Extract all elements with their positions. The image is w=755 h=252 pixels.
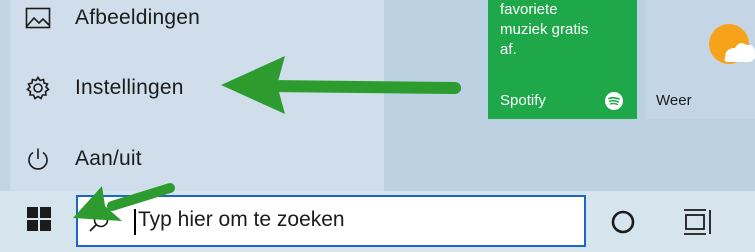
menu-item-label: Afbeeldingen <box>75 6 201 29</box>
weather-sun-cloud-icon <box>695 20 755 70</box>
menu-item-afbeeldingen[interactable]: Afbeeldingen <box>0 0 384 43</box>
search-icon <box>88 211 110 233</box>
start-menu: Afbeeldingen Instellingen Aan/uit <box>0 0 384 191</box>
spotify-icon <box>605 92 623 110</box>
menu-item-instellingen[interactable]: Instellingen <box>0 63 384 113</box>
text-caret <box>134 209 136 235</box>
search-input[interactable]: Typ hier om te zoeken <box>76 195 586 247</box>
start-button[interactable] <box>10 191 68 252</box>
search-placeholder: Typ hier om te zoeken <box>138 208 345 231</box>
cortana-button[interactable] <box>608 207 638 237</box>
menu-item-label: Instellingen <box>75 76 184 99</box>
power-icon <box>24 145 52 173</box>
task-view-button[interactable] <box>680 207 714 237</box>
menu-item-label: Aan/uit <box>75 147 142 170</box>
spotify-message-line: muziek gratis <box>500 21 589 38</box>
spotify-message-line: favoriete <box>500 1 558 18</box>
task-view-icon <box>680 209 714 241</box>
gear-icon <box>24 74 52 102</box>
spotify-message: favoriete muziek gratis af. <box>500 0 630 60</box>
tile-weather[interactable]: Weer <box>645 0 755 119</box>
taskbar: Typ hier om te zoeken <box>0 191 755 252</box>
cortana-circle-icon <box>608 210 638 241</box>
tile-weather-label: Weer <box>656 92 692 109</box>
spotify-message-line: af. <box>500 41 517 58</box>
tile-spotify[interactable]: favoriete muziek gratis af. Spotify <box>488 0 637 119</box>
tile-spotify-label: Spotify <box>500 92 546 109</box>
pictures-icon <box>24 4 52 32</box>
menu-item-aan-uit[interactable]: Aan/uit <box>0 134 384 184</box>
windows-logo-icon <box>27 207 51 236</box>
